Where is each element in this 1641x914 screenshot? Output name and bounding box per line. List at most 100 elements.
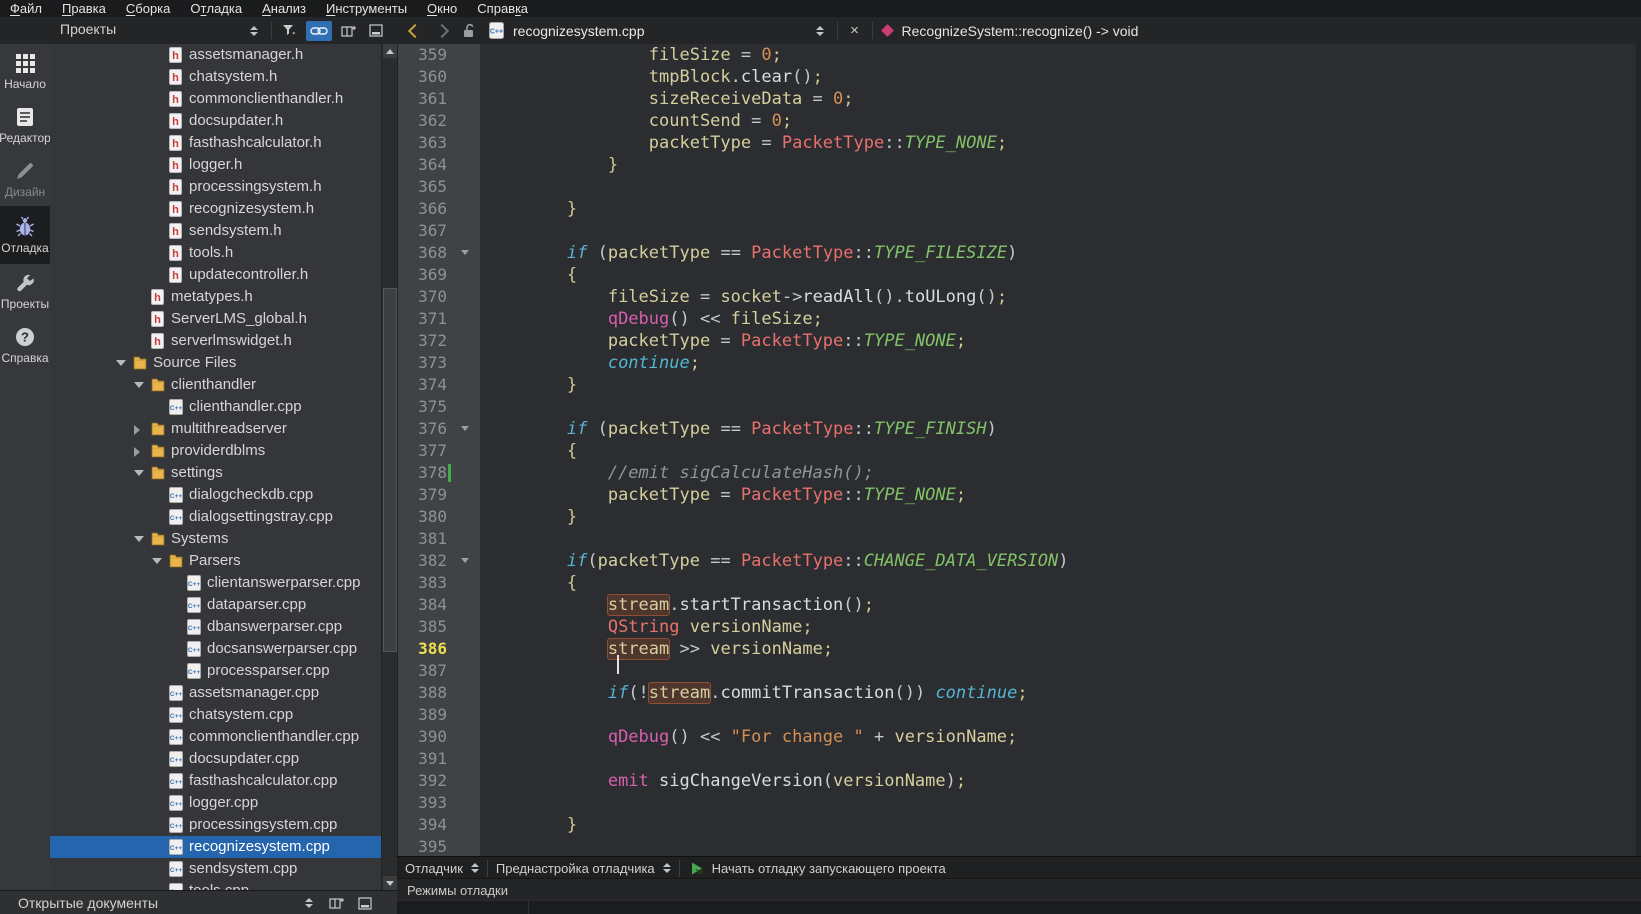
code-line-374[interactable]: } — [480, 374, 1636, 396]
fold-marker-icon[interactable] — [461, 558, 469, 563]
menu-item-2[interactable]: Правка — [52, 0, 116, 17]
start-debug-icon[interactable] — [688, 858, 708, 878]
start-debug-label[interactable]: Начать отладку запускающего проекта — [712, 861, 946, 876]
tree-scrollbar[interactable] — [381, 44, 398, 890]
code-line-392[interactable]: emit sigChangeVersion(versionName); — [480, 770, 1636, 792]
tree-item-chatsystem.h[interactable]: hchatsystem.h — [50, 66, 381, 88]
panel-combo-arrows-icon[interactable] — [299, 893, 319, 913]
open-document-name[interactable]: recognizesystem.cpp — [513, 23, 645, 39]
code-line-393[interactable] — [480, 792, 1636, 814]
collapsed-arrow-icon[interactable] — [134, 447, 140, 457]
menu-item-7[interactable]: Окно — [417, 0, 467, 17]
tree-item-clienthandler.cpp[interactable]: C++clienthandler.cpp — [50, 396, 381, 418]
tree-item-assetsmanager.cpp[interactable]: C++assetsmanager.cpp — [50, 682, 381, 704]
tree-item-logger.cpp[interactable]: C++logger.cpp — [50, 792, 381, 814]
tree-item-processingsystem.cpp[interactable]: C++processingsystem.cpp — [50, 814, 381, 836]
code-line-376[interactable]: if (packetType == PacketType::TYPE_FINIS… — [480, 418, 1636, 440]
menu-item-8[interactable]: Справка — [467, 0, 538, 17]
tree-item-docsupdater.h[interactable]: hdocsupdater.h — [50, 110, 381, 132]
code-editor[interactable]: 3593603613623633643653663673683693703713… — [397, 44, 1641, 856]
debugger-selector[interactable]: Отладчик — [405, 861, 463, 876]
tree-item-docsupdater.cpp[interactable]: C++docsupdater.cpp — [50, 748, 381, 770]
code-line-394[interactable]: } — [480, 814, 1636, 836]
tree-item-clientanswerparser.cpp[interactable]: C++clientanswerparser.cpp — [50, 572, 381, 594]
code-line-366[interactable]: } — [480, 198, 1636, 220]
mode-дизайн[interactable]: Дизайн — [0, 152, 50, 206]
tree-item-docsanswerparser.cpp[interactable]: C++docsanswerparser.cpp — [50, 638, 381, 660]
mode-отладка[interactable]: Отладка — [0, 206, 50, 264]
code-line-380[interactable]: } — [480, 506, 1636, 528]
code-line-368[interactable]: if (packetType == PacketType::TYPE_FILES… — [480, 242, 1636, 264]
code-line-361[interactable]: sizeReceiveData = 0; — [480, 88, 1636, 110]
code-line-384[interactable]: stream.startTransaction(); — [480, 594, 1636, 616]
filter-icon[interactable] — [279, 21, 299, 41]
scroll-down-icon[interactable] — [383, 876, 397, 890]
tree-item-sendsystem.cpp[interactable]: C++sendsystem.cpp — [50, 858, 381, 880]
expanded-arrow-icon[interactable] — [134, 470, 144, 476]
fold-marker-icon[interactable] — [461, 250, 469, 255]
mode-проекты[interactable]: Проекты — [0, 264, 50, 318]
tree-item-metatypes.h[interactable]: hmetatypes.h — [50, 286, 381, 308]
code-line-387[interactable] — [480, 660, 1636, 682]
tree-item-processingsystem.h[interactable]: hprocessingsystem.h — [50, 176, 381, 198]
code-line-378[interactable]: //emit sigCalculateHash(); — [480, 462, 1636, 484]
split-panel-icon[interactable] — [339, 21, 359, 41]
code-line-389[interactable] — [480, 704, 1636, 726]
code-line-372[interactable]: packetType = PacketType::TYPE_NONE; — [480, 330, 1636, 352]
code-line-375[interactable] — [480, 396, 1636, 418]
tree-item-tools.cpp[interactable]: C++tools.cpp — [50, 880, 381, 890]
code-line-363[interactable]: packetType = PacketType::TYPE_NONE; — [480, 132, 1636, 154]
tree-item-processparser.cpp[interactable]: C++processparser.cpp — [50, 660, 381, 682]
code-line-359[interactable]: fileSize = 0; — [480, 44, 1636, 66]
scrollbar-thumb[interactable] — [383, 288, 397, 652]
tree-item-Systems[interactable]: Systems — [50, 528, 381, 550]
close-document-icon[interactable]: × — [845, 21, 865, 41]
debugger-combo-arrows-icon[interactable] — [471, 863, 479, 873]
tree-item-providerdblms[interactable]: providerdblms — [50, 440, 381, 462]
mode-начало[interactable]: Начало — [0, 44, 50, 98]
code-line-385[interactable]: QString versionName; — [480, 616, 1636, 638]
expanded-arrow-icon[interactable] — [134, 382, 144, 388]
expanded-arrow-icon[interactable] — [116, 360, 126, 366]
tree-item-assetsmanager.h[interactable]: hassetsmanager.h — [50, 44, 381, 66]
expanded-arrow-icon[interactable] — [152, 558, 162, 564]
tree-item-dataparser.cpp[interactable]: C++dataparser.cpp — [50, 594, 381, 616]
tree-item-clienthandler[interactable]: clienthandler — [50, 374, 381, 396]
document-combo-arrows-icon[interactable] — [810, 21, 830, 41]
fold-marker-icon[interactable] — [461, 426, 469, 431]
menu-item-6[interactable]: Инструменты — [316, 0, 417, 17]
tree-item-Parsers[interactable]: Parsers — [50, 550, 381, 572]
code-line-379[interactable]: packetType = PacketType::TYPE_NONE; — [480, 484, 1636, 506]
debugger-preset-selector[interactable]: Преднастройка отладчика — [496, 861, 655, 876]
unlock-icon[interactable] — [459, 21, 479, 41]
tree-item-updatecontroller.h[interactable]: hupdatecontroller.h — [50, 264, 381, 286]
back-icon[interactable] — [405, 21, 425, 41]
tree-item-settings[interactable]: settings — [50, 462, 381, 484]
scroll-up-icon[interactable] — [383, 44, 397, 58]
tree-item-logger.h[interactable]: hlogger.h — [50, 154, 381, 176]
code-line-386[interactable]: stream >> versionName; — [480, 638, 1636, 660]
tree-item-fasthashcalculator.cpp[interactable]: C++fasthashcalculator.cpp — [50, 770, 381, 792]
tree-item-serverlmswidget.h[interactable]: hserverlmswidget.h — [50, 330, 381, 352]
code-line-365[interactable] — [480, 176, 1636, 198]
code-line-364[interactable]: } — [480, 154, 1636, 176]
code-line-377[interactable]: { — [480, 440, 1636, 462]
link-with-editor-icon[interactable] — [306, 21, 332, 41]
code-area[interactable]: fileSize = 0; tmpBlock.clear(); sizeRece… — [480, 44, 1636, 856]
forward-icon[interactable] — [432, 21, 452, 41]
code-line-391[interactable] — [480, 748, 1636, 770]
tree-item-dialogsettingstray.cpp[interactable]: C++dialogsettingstray.cpp — [50, 506, 381, 528]
code-line-382[interactable]: if(packetType == PacketType::CHANGE_DATA… — [480, 550, 1636, 572]
editor-scrollbar[interactable] — [1636, 44, 1641, 856]
panel-combo-arrows-icon[interactable] — [244, 21, 264, 41]
code-line-360[interactable]: tmpBlock.clear(); — [480, 66, 1636, 88]
code-line-371[interactable]: qDebug() << fileSize; — [480, 308, 1636, 330]
tree-item-commonclienthandler.cpp[interactable]: C++commonclienthandler.cpp — [50, 726, 381, 748]
tree-item-fasthashcalculator.h[interactable]: hfasthashcalculator.h — [50, 132, 381, 154]
code-line-362[interactable]: countSend = 0; — [480, 110, 1636, 132]
tree-item-tools.h[interactable]: htools.h — [50, 242, 381, 264]
current-symbol[interactable]: RecognizeSystem::recognize() -> void — [902, 23, 1139, 39]
code-line-370[interactable]: fileSize = socket->readAll().toULong(); — [480, 286, 1636, 308]
tree-item-sendsystem.h[interactable]: hsendsystem.h — [50, 220, 381, 242]
tree-item-dbanswerparser.cpp[interactable]: C++dbanswerparser.cpp — [50, 616, 381, 638]
